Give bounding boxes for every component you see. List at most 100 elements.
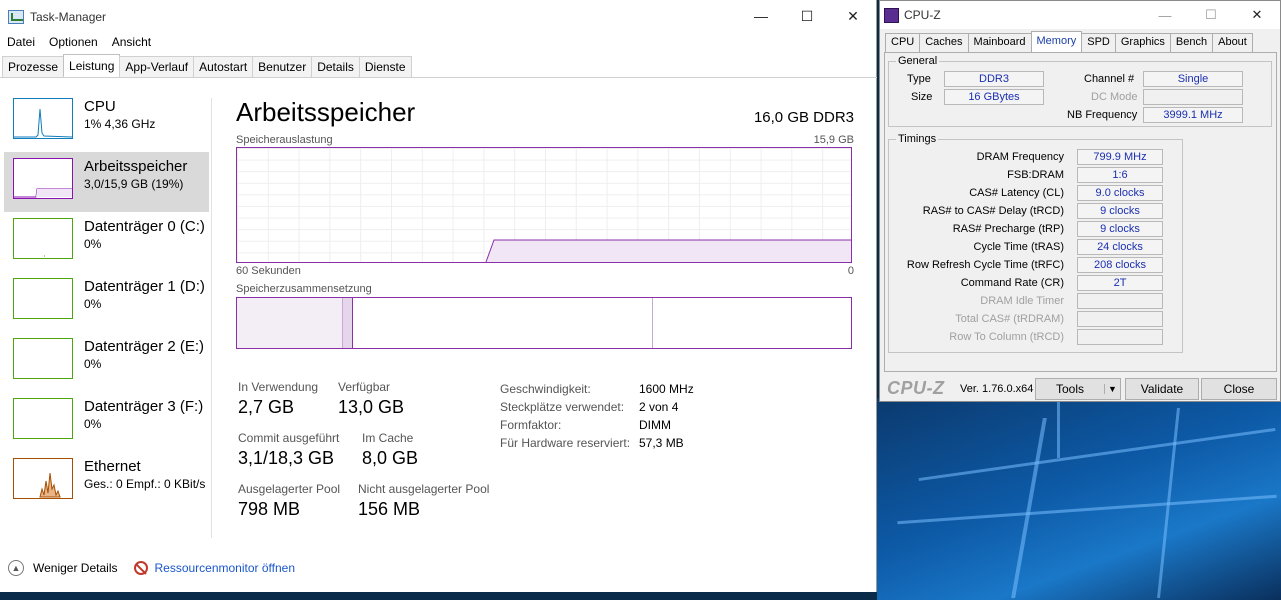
tab-divider bbox=[0, 77, 877, 78]
close-button[interactable]: ✕ bbox=[830, 0, 876, 32]
timing-value: 208 clocks bbox=[1077, 257, 1163, 273]
ethernet-thumbnail-graph bbox=[13, 458, 73, 499]
timing-value: 9 clocks bbox=[1077, 221, 1163, 237]
composition-in-use bbox=[237, 298, 343, 348]
cpuz-memory-panel: General Type DDR3 Size 16 GBytes Channel… bbox=[884, 52, 1277, 372]
resource-monitor-link[interactable]: Ressourcenmonitor öffnen bbox=[154, 561, 295, 575]
sidebar-sub-disk0: 0% bbox=[84, 237, 102, 251]
channel-value: Single bbox=[1143, 71, 1243, 87]
menu-bar: Datei Optionen Ansicht bbox=[0, 33, 876, 51]
detail-row: Für Hardware reserviert: 57,3 MB bbox=[500, 434, 694, 452]
available-value: 13,0 GB bbox=[338, 397, 405, 417]
performance-sidebar: CPU 1% 4,36 GHz Arbeitsspeicher 3,0/15,9… bbox=[4, 92, 209, 512]
sidebar-label-disk3: Datenträger 3 (F:) bbox=[84, 398, 204, 415]
cpuz-close-button[interactable]: ✕ bbox=[1234, 1, 1280, 29]
cpuz-tab-bench[interactable]: Bench bbox=[1169, 33, 1214, 52]
detail-key: Formfaktor: bbox=[500, 418, 562, 432]
nonpaged-pool-label: Nicht ausgelagerter Pool bbox=[358, 482, 490, 496]
memory-detail-panel: Arbeitsspeicher 16,0 GB DDR3 Speicheraus… bbox=[236, 95, 854, 349]
memory-usage-graph bbox=[236, 147, 852, 263]
in-use-value: 2,7 GB bbox=[238, 397, 295, 417]
dropdown-arrow-icon[interactable]: ▼ bbox=[1104, 384, 1120, 394]
tools-button[interactable]: Tools ▼ bbox=[1035, 378, 1121, 400]
title-bar: Task-Manager — ☐ ✕ bbox=[0, 0, 876, 33]
cpuz-tab-graphics[interactable]: Graphics bbox=[1114, 33, 1171, 52]
timing-label: Total CAS# (tRDRAM) bbox=[955, 313, 1064, 325]
tab-dienste[interactable]: Dienste bbox=[358, 56, 412, 77]
sidebar-label-disk0: Datenträger 0 (C:) bbox=[84, 218, 205, 235]
dcmode-label: DC Mode bbox=[1091, 91, 1138, 103]
usage-graph-time: 60 Sekunden bbox=[236, 265, 301, 277]
cpuz-tab-about[interactable]: About bbox=[1212, 33, 1253, 52]
cpuz-maximize-button[interactable]: ☐ bbox=[1188, 1, 1234, 29]
usage-graph-zero: 0 bbox=[847, 265, 854, 277]
close-cpuz-button[interactable]: Close bbox=[1201, 378, 1277, 400]
nonpaged-pool-value: 156 MB bbox=[358, 499, 421, 519]
timings-legend: Timings bbox=[896, 133, 939, 145]
sidebar-item-ethernet[interactable]: Ethernet Ges.: 0 Empf.: 0 KBit/s bbox=[4, 452, 209, 512]
cpuz-tab-spd[interactable]: SPD bbox=[1081, 33, 1116, 52]
sidebar-divider bbox=[211, 98, 212, 538]
validate-button[interactable]: Validate bbox=[1125, 378, 1199, 400]
sidebar-sub-disk2: 0% bbox=[84, 357, 102, 371]
sidebar-item-disk0[interactable]: Datenträger 0 (C:) 0% bbox=[4, 212, 209, 272]
cpu-thumbnail-graph bbox=[13, 98, 73, 139]
timings-group: Timings DRAM Frequency 799.9 MHz FSB:DRA… bbox=[888, 133, 1183, 353]
timing-value: 1:6 bbox=[1077, 167, 1163, 183]
cpuz-logo: CPU-Z bbox=[887, 378, 945, 398]
fewer-details-link[interactable]: Weniger Details bbox=[33, 561, 117, 575]
menu-datei[interactable]: Datei bbox=[7, 35, 35, 49]
resource-monitor-icon[interactable] bbox=[134, 561, 149, 575]
tab-app-verlauf[interactable]: App-Verlauf bbox=[119, 56, 195, 77]
memory-details: Geschwindigkeit: 1600 MHz Steckplätze ve… bbox=[500, 380, 694, 452]
window-title: Task-Manager bbox=[30, 9, 107, 24]
in-use-label: In Verwendung bbox=[238, 380, 319, 394]
timing-label: FSB:DRAM bbox=[1007, 169, 1064, 181]
memory-spec: 16,0 GB DDR3 bbox=[753, 109, 854, 126]
minimize-button[interactable]: — bbox=[738, 0, 784, 32]
detail-value: 57,3 MB bbox=[639, 436, 684, 450]
tab-prozesse[interactable]: Prozesse bbox=[2, 56, 65, 77]
tab-autostart[interactable]: Autostart bbox=[193, 56, 254, 77]
detail-key: Für Hardware reserviert: bbox=[500, 436, 631, 450]
sidebar-item-arbeitsspeicher[interactable]: Arbeitsspeicher 3,0/15,9 GB (19%) bbox=[4, 152, 209, 212]
timing-label: DRAM Frequency bbox=[976, 151, 1064, 163]
sidebar-item-cpu[interactable]: CPU 1% 4,36 GHz bbox=[4, 92, 209, 152]
cpuz-tab-caches[interactable]: Caches bbox=[919, 33, 969, 52]
footer: ▲ Weniger Details Ressourcenmonitor öffn… bbox=[8, 560, 295, 576]
timing-value: 9.0 clocks bbox=[1077, 185, 1163, 201]
tab-details[interactable]: Details bbox=[311, 56, 360, 77]
task-manager-window: Task-Manager — ☐ ✕ Datei Optionen Ansich… bbox=[0, 0, 877, 592]
detail-row: Formfaktor: DIMM bbox=[500, 416, 694, 434]
sidebar-item-disk3[interactable]: Datenträger 3 (F:) 0% bbox=[4, 392, 209, 452]
menu-optionen[interactable]: Optionen bbox=[49, 35, 98, 49]
timing-value: 9 clocks bbox=[1077, 203, 1163, 219]
maximize-button[interactable]: ☐ bbox=[784, 0, 830, 32]
composition-standby-boundary bbox=[652, 298, 653, 348]
size-label: Size bbox=[911, 91, 933, 103]
composition-modified bbox=[343, 298, 353, 348]
commit-value: 3,1/18,3 GB bbox=[238, 448, 335, 468]
cpuz-minimize-button[interactable]: — bbox=[1142, 1, 1188, 29]
tab-leistung[interactable]: Leistung bbox=[63, 54, 121, 76]
cpuz-version: Ver. 1.76.0.x64 bbox=[960, 383, 1034, 395]
tab-benutzer[interactable]: Benutzer bbox=[252, 56, 313, 77]
cpuz-tab-cpu[interactable]: CPU bbox=[885, 33, 921, 52]
disk1-thumbnail-graph bbox=[13, 278, 73, 319]
timing-label: DRAM Idle Timer bbox=[980, 295, 1064, 307]
composition-graph-label: Speicherzusammensetzung bbox=[236, 283, 372, 295]
cpuz-tab-mainboard[interactable]: Mainboard bbox=[967, 33, 1032, 52]
chevron-up-icon[interactable]: ▲ bbox=[8, 560, 24, 576]
sidebar-sub-disk1: 0% bbox=[84, 297, 102, 311]
cpuz-tab-memory[interactable]: Memory bbox=[1030, 31, 1083, 52]
cpuz-tab-bar: CPU Caches Mainboard Memory SPD Graphics… bbox=[885, 31, 1253, 52]
sidebar-item-disk1[interactable]: Datenträger 1 (D:) 0% bbox=[4, 272, 209, 332]
menu-ansicht[interactable]: Ansicht bbox=[112, 35, 151, 49]
timing-value bbox=[1077, 293, 1163, 309]
timing-value: 2T bbox=[1077, 275, 1163, 291]
type-value: DDR3 bbox=[944, 71, 1044, 87]
cpuz-window-title: CPU-Z bbox=[904, 8, 941, 22]
paged-pool-value: 798 MB bbox=[238, 499, 301, 519]
sidebar-item-disk2[interactable]: Datenträger 2 (E:) 0% bbox=[4, 332, 209, 392]
timing-value: 24 clocks bbox=[1077, 239, 1163, 255]
